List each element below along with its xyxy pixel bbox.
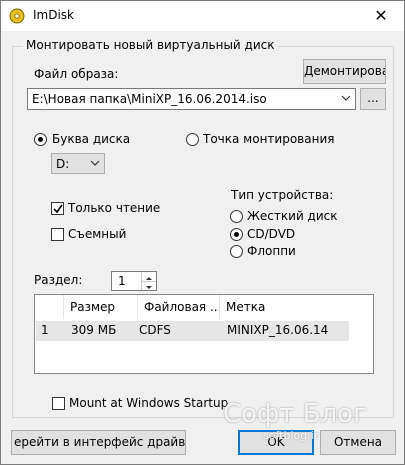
unmount-button[interactable]: Демонтироват — [303, 59, 386, 84]
row-index: 1 — [41, 323, 49, 337]
imdisk-window: ImDisk ✕ Монтировать новый виртуальный д… — [0, 0, 405, 465]
mount-startup-checkbox[interactable] — [52, 397, 65, 410]
device-type-label: Тип устройства: — [231, 188, 334, 202]
column-header-index[interactable] — [35, 295, 64, 319]
drive-letter-value: D: — [56, 157, 70, 171]
mount-startup-label: Mount at Windows Startup — [69, 396, 229, 410]
column-header-label[interactable]: Метка — [220, 295, 373, 319]
cd-dvd-radio[interactable] — [230, 228, 243, 241]
row-size: 309 МБ — [71, 323, 117, 337]
close-button[interactable]: ✕ — [358, 1, 404, 31]
title-bar: ImDisk ✕ — [1, 1, 404, 31]
browse-button[interactable]: ... — [360, 88, 386, 110]
watermark-subtext: softblog.in — [263, 429, 321, 442]
partition-value: 1 — [118, 274, 126, 288]
removable-label: Съемный — [68, 227, 127, 241]
table-row[interactable]: 1 309 МБ CDFS MINIXP_16.06.14 — [36, 321, 349, 341]
floppy-label: Флоппи — [247, 244, 296, 258]
hdd-radio[interactable] — [230, 210, 243, 223]
window-title: ImDisk — [33, 8, 75, 22]
row-volume-label: MINIXP_16.06.14 — [227, 323, 329, 337]
drive-letter-select[interactable]: D: — [51, 153, 105, 174]
image-file-label: Файл образа: — [34, 67, 119, 81]
readonly-checkbox[interactable] — [51, 202, 64, 215]
column-header-filesystem[interactable]: Файловая ... — [138, 295, 220, 319]
partition-spinner[interactable]: 1 — [111, 271, 157, 291]
checkmark-icon — [53, 204, 63, 214]
group-title: Монтировать новый виртуальный диск — [23, 38, 278, 52]
imdisk-app-icon — [9, 8, 25, 24]
mount-point-radio[interactable] — [186, 133, 199, 146]
readonly-label: Только чтение — [68, 201, 161, 215]
chevron-down-icon — [341, 95, 351, 101]
arrow-down-icon — [146, 286, 152, 289]
partition-list[interactable]: Размер Файловая ... Метка 1 309 МБ CDFS … — [34, 294, 374, 374]
image-path-combobox[interactable]: E:\Новая папка\MiniXP_16.06.2014.iso — [27, 88, 356, 110]
hdd-label: Жесткий диск — [247, 209, 338, 223]
cancel-button[interactable]: Отмена — [320, 430, 396, 455]
image-path-value: E:\Новая папка\MiniXP_16.06.2014.iso — [32, 92, 267, 106]
floppy-radio[interactable] — [230, 245, 243, 258]
removable-checkbox[interactable] — [51, 228, 64, 241]
watermark-text: Софт Блог — [223, 399, 367, 429]
chevron-down-icon — [90, 160, 100, 166]
mount-point-label: Точка монтирования — [203, 132, 335, 146]
partition-label: Раздел: — [34, 273, 83, 287]
row-filesystem: CDFS — [139, 323, 171, 337]
drive-letter-radio[interactable] — [34, 133, 47, 146]
driver-interface-button[interactable]: ерейти в интерфейс драйвер — [11, 430, 186, 455]
column-header-size[interactable]: Размер — [64, 295, 138, 319]
cd-dvd-label: CD/DVD — [247, 227, 296, 241]
spin-down-button[interactable] — [141, 281, 156, 290]
drive-letter-label: Буква диска — [52, 132, 131, 146]
